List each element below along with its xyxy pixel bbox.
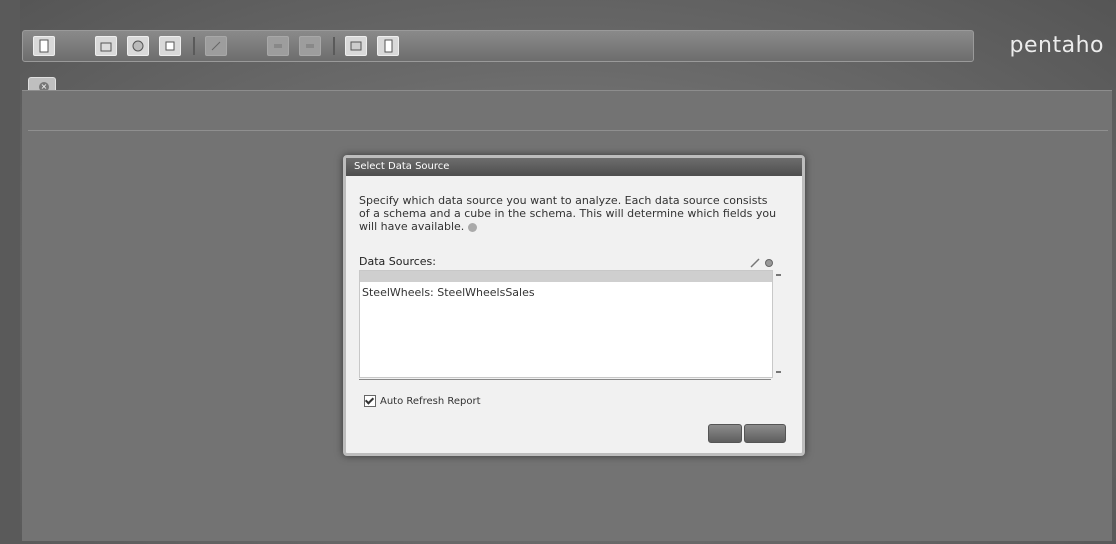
list-item[interactable]: SteelWheels: SteelWheelsSales [360, 282, 772, 303]
menu-item[interactable] [34, 8, 38, 24]
save-icon[interactable] [127, 36, 149, 56]
data-source-tools [750, 253, 774, 268]
dialog-description: Specify which data source you want to an… [359, 194, 779, 233]
edit-icon[interactable] [750, 253, 760, 268]
cancel-button[interactable] [744, 424, 786, 443]
menu-item[interactable] [52, 8, 56, 24]
list-divider [359, 379, 771, 380]
open-icon[interactable] [95, 36, 117, 56]
help-icon[interactable] [468, 222, 478, 232]
dialog-title: Select Data Source [346, 158, 802, 176]
toolbar [22, 30, 974, 62]
print-icon[interactable] [345, 36, 367, 56]
menubar [16, 8, 74, 24]
list-scrollbar[interactable] [774, 271, 784, 377]
new-report-icon[interactable] [33, 36, 55, 56]
menu-item[interactable] [70, 8, 74, 24]
menu-item[interactable] [16, 8, 20, 24]
tab-strip: × [28, 72, 56, 96]
filter-icon[interactable] [205, 36, 227, 56]
document-icon[interactable] [377, 36, 399, 56]
list-item-selected[interactable] [360, 271, 772, 282]
auto-refresh-option[interactable]: Auto Refresh Report [364, 395, 481, 407]
auto-refresh-label: Auto Refresh Report [380, 395, 481, 407]
divider [28, 130, 1108, 131]
select-data-source-dialog: Select Data Source Specify which data so… [343, 155, 805, 456]
left-rail [0, 0, 20, 544]
description-text: Specify which data source you want to an… [359, 194, 777, 233]
logo-text: pentaho [1009, 33, 1104, 58]
refresh-icon[interactable] [267, 36, 289, 56]
scroll-up-icon[interactable] [776, 274, 781, 276]
auto-refresh-checkbox[interactable] [364, 395, 376, 407]
chart-icon[interactable] [159, 36, 181, 56]
data-sources-label: Data Sources: [359, 255, 436, 268]
ok-button[interactable] [708, 424, 742, 443]
settings-icon[interactable] [764, 253, 774, 267]
pentaho-logo: pentaho [1010, 33, 1104, 58]
data-source-list[interactable]: SteelWheels: SteelWheelsSales [359, 270, 781, 378]
layout-icon[interactable] [299, 36, 321, 56]
scroll-down-icon[interactable] [776, 371, 781, 373]
